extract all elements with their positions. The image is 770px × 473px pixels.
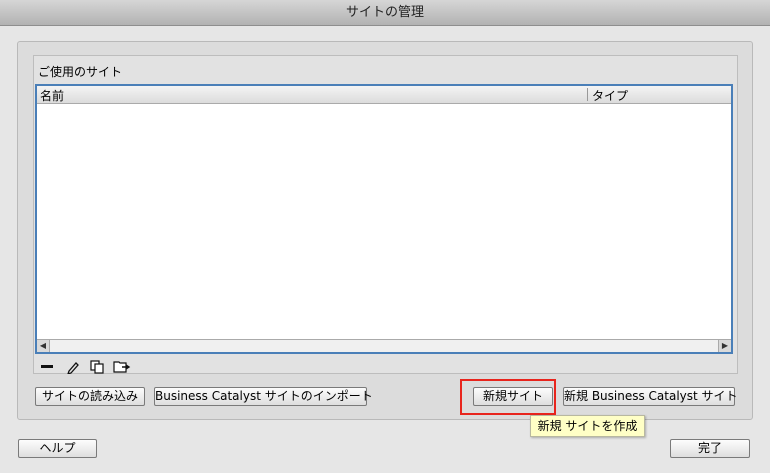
- column-header-type[interactable]: タイプ: [592, 87, 628, 104]
- window-title: サイトの管理: [0, 0, 770, 26]
- scroll-left-icon[interactable]: ◀: [37, 340, 50, 352]
- import-bc-site-button[interactable]: Business Catalyst サイトのインポート: [154, 387, 373, 406]
- new-bc-site-button[interactable]: 新規 Business Catalyst サイト: [563, 387, 738, 406]
- horizontal-scrollbar[interactable]: ◀ ▶: [37, 339, 731, 352]
- import-sites-button[interactable]: サイトの読み込み: [35, 387, 145, 406]
- new-site-tooltip: 新規 サイトを作成: [530, 415, 645, 437]
- done-button[interactable]: 完了: [670, 439, 750, 458]
- help-button[interactable]: ヘルプ: [18, 439, 97, 458]
- sites-list[interactable]: 名前 タイプ ◀ ▶: [35, 84, 733, 354]
- list-header: 名前 タイプ: [37, 86, 731, 104]
- highlight-box: [460, 379, 556, 415]
- scroll-right-icon[interactable]: ▶: [718, 340, 731, 352]
- pencil-icon[interactable]: [64, 359, 82, 375]
- column-divider[interactable]: [587, 88, 588, 101]
- minus-icon[interactable]: [38, 359, 56, 375]
- duplicate-icon[interactable]: [88, 359, 106, 375]
- column-header-name[interactable]: 名前: [40, 87, 64, 104]
- export-icon[interactable]: [113, 359, 131, 375]
- sites-group-label: ご使用のサイト: [38, 65, 123, 79]
